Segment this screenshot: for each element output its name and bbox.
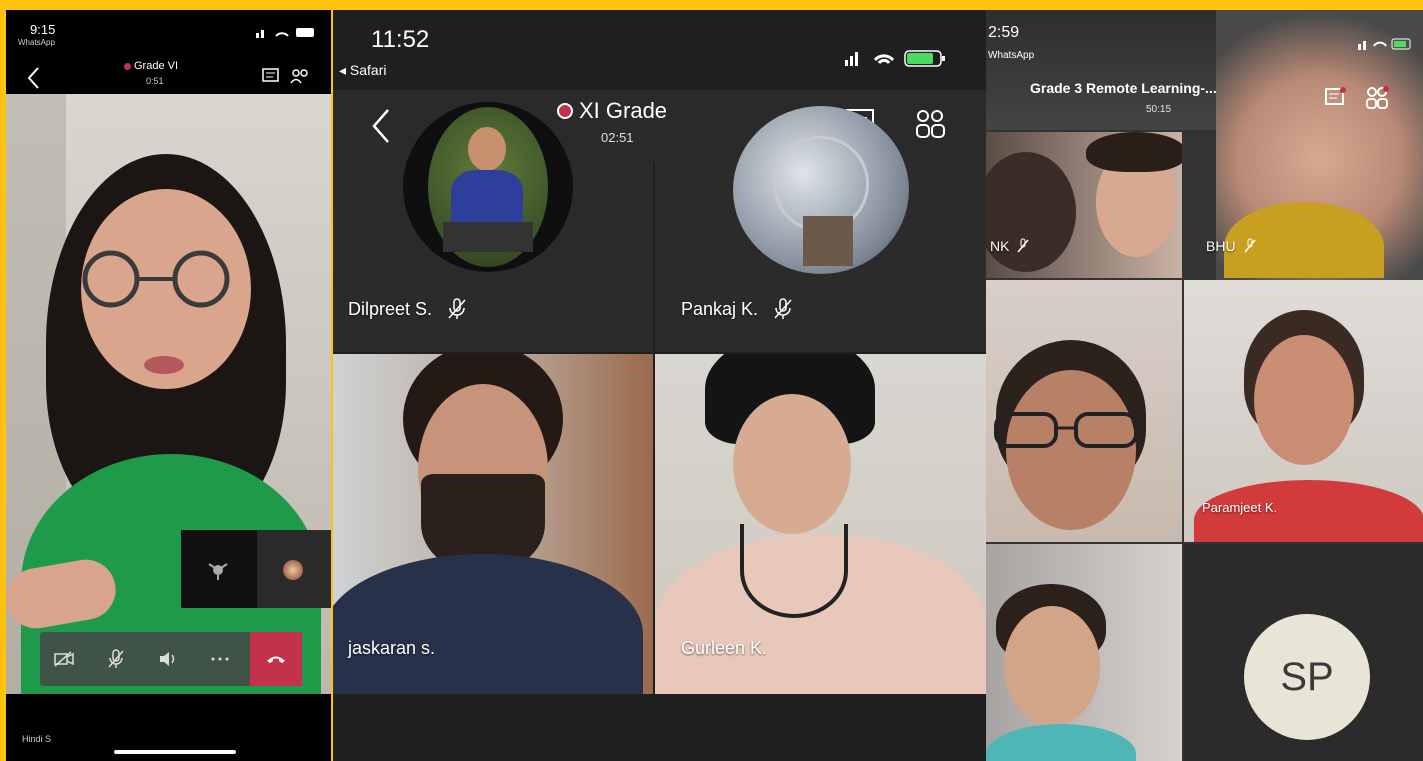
status-time: 2:59 (988, 24, 1020, 41)
participants-icon[interactable] (1364, 86, 1390, 110)
meeting-title: XI Grade (557, 98, 667, 124)
mic-off-icon (1243, 238, 1256, 254)
mic-off-icon (774, 298, 792, 320)
avatar (283, 560, 303, 580)
participant-tile[interactable] (986, 280, 1182, 542)
signal-wifi-battery-icon (1358, 38, 1414, 50)
participant-face (733, 394, 851, 534)
avatar (733, 106, 909, 274)
glasses-icon (994, 410, 1144, 450)
recording-icon (124, 62, 131, 70)
participant-face (1004, 606, 1100, 726)
avatar (403, 102, 573, 272)
signal-wifi-battery-icon (845, 48, 965, 68)
status-carrier: WhatsApp (18, 38, 55, 47)
participant-tile[interactable] (986, 544, 1182, 761)
mic-off-icon (448, 298, 466, 320)
avatar-initials: SP (1280, 654, 1334, 699)
participant-name: Gurleen K. (681, 638, 768, 658)
call-control-bar (40, 632, 302, 686)
hangup-icon[interactable] (250, 632, 302, 686)
signal-wifi-battery-icon (256, 26, 316, 38)
participant-name: NK (990, 238, 1030, 254)
back-to-app-link[interactable]: ◂ Safari (339, 62, 387, 79)
mic-off-icon[interactable] (92, 632, 140, 686)
call-screen-right: 2:59 WhatsApp Grade 3 Remote Learning-..… (986, 10, 1423, 761)
back-icon[interactable] (371, 108, 391, 144)
meeting-timer: 02:51 (601, 130, 634, 145)
participant-tile[interactable] (986, 132, 1182, 278)
call-screen-left: 9:15 WhatsApp Grade VI 0:51 Hindi S (6, 10, 331, 761)
video-off-icon[interactable] (40, 632, 88, 686)
participant-tile[interactable] (1184, 132, 1423, 278)
back-icon[interactable] (26, 66, 40, 90)
participant-name: Pankaj K. (681, 298, 792, 320)
pin-icon (207, 560, 229, 580)
status-carrier: WhatsApp (988, 50, 1035, 61)
participant-face (1006, 370, 1136, 530)
status-time: 9:15 (30, 22, 56, 37)
chat-icon[interactable] (262, 68, 280, 84)
participants-icon[interactable] (913, 108, 947, 140)
participant-name: jaskaran s. (348, 638, 436, 658)
meeting-timer: 0:51 (146, 76, 164, 86)
home-indicator[interactable] (114, 750, 236, 754)
status-time: 11:52 (371, 26, 430, 53)
meeting-timer: 50:15 (1146, 104, 1172, 115)
meeting-title: Grade 3 Remote Learning-... (1030, 80, 1217, 96)
participant-face (1254, 335, 1354, 465)
participant-name: BHU (1206, 238, 1256, 254)
participant-name: Paramjeet K. (1202, 500, 1278, 515)
chat-icon[interactable] (1324, 86, 1346, 108)
more-icon[interactable] (196, 632, 244, 686)
speaker-icon[interactable] (144, 632, 192, 686)
participants-icon[interactable] (290, 68, 310, 84)
bottom-status: Hindi S (22, 734, 52, 744)
call-screen-middle: 11:52 ◂ Safari XI Grade 02:51 Dilpreet S… (333, 10, 986, 761)
self-view-tile[interactable] (181, 530, 257, 608)
participant-tile[interactable]: SP (1184, 544, 1423, 761)
glasses-icon (66, 249, 246, 309)
participant-mini-tile[interactable] (257, 530, 331, 608)
participant-name: Dilpreet S. (348, 298, 466, 320)
recording-icon (557, 103, 573, 119)
mic-off-icon (1017, 238, 1030, 254)
meeting-title: Grade VI (124, 60, 178, 72)
avatar: SP (1244, 614, 1370, 740)
